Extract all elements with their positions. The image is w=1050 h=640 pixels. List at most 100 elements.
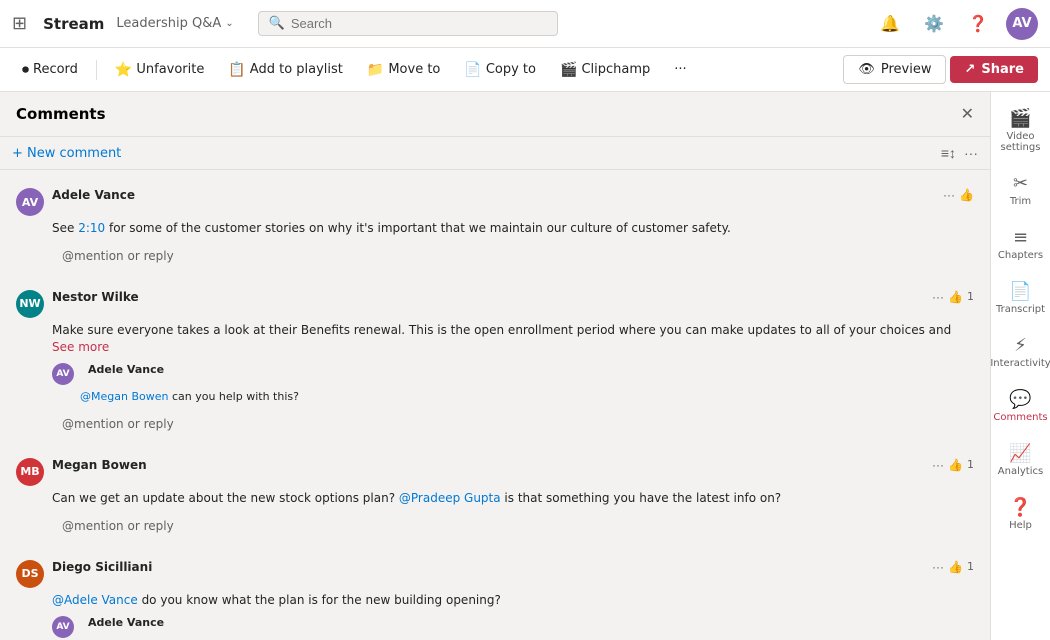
side-tool-trim[interactable]: ✂ Trim <box>995 165 1047 215</box>
comments-close-button[interactable]: ✕ <box>961 104 974 124</box>
comment-like-button[interactable]: 👍 <box>948 458 963 472</box>
record-button[interactable]: ⏺ Record <box>12 58 88 82</box>
comments-icon: 💬 <box>1009 389 1031 410</box>
comments-section: Comments ✕ + New comment ≡↕ ··· AV Adele… <box>0 92 990 640</box>
avatar-adele-1: AV <box>16 188 44 216</box>
search-input[interactable] <box>291 16 547 31</box>
comment-meta: Megan Bowen <box>52 458 924 473</box>
comment-more-button[interactable]: ··· <box>943 188 955 202</box>
new-comment-button[interactable]: + New comment <box>12 146 121 161</box>
interactivity-icon: ⚡ <box>1014 335 1027 356</box>
side-tool-help[interactable]: ❓ Help <box>995 489 1047 539</box>
avatar-adele-reply: AV <box>52 363 74 385</box>
comment-like-button[interactable]: 👍 <box>948 560 963 574</box>
right-container: Comments ✕ + New comment ≡↕ ··· AV Adele… <box>0 92 1050 640</box>
help-side-icon: ❓ <box>1009 497 1031 518</box>
comments-title: Comments <box>16 105 953 123</box>
comment-author: Nestor Wilke <box>52 290 139 304</box>
comment-body: Can we get an update about the new stock… <box>52 490 974 507</box>
copy-to-button[interactable]: 📄 Copy to <box>454 58 546 82</box>
search-icon: 🔍 <box>269 16 285 31</box>
nav-right: 🔔 ⚙️ ❓ AV <box>874 8 1038 40</box>
settings-button[interactable]: ⚙️ <box>918 8 950 40</box>
more-comments-button[interactable]: ··· <box>964 145 978 161</box>
comment-like-button[interactable]: 👍 <box>948 290 963 304</box>
comment-more-button[interactable]: ··· <box>932 458 944 472</box>
preview-button[interactable]: 👁 Preview <box>843 55 946 84</box>
reply-input-3[interactable]: @mention or reply <box>52 513 974 539</box>
comment-item: AV Adele Vance ··· 👍 See 2:10 for some o… <box>8 178 982 280</box>
comment-item: DS Diego Sicilliani ··· 👍 1 @Adele Vance… <box>8 550 982 640</box>
side-toolbar: 🎬 Video settings ✂ Trim ≡ Chapters 📄 Tra… <box>990 92 1050 640</box>
app-name: Stream <box>43 15 104 33</box>
avatar-nestor: NW <box>16 290 44 318</box>
add-to-playlist-button[interactable]: 📋 Add to playlist <box>218 58 353 82</box>
share-icon: ↗ <box>964 62 975 77</box>
comment-header: MB Megan Bowen ··· 👍 1 <box>16 458 974 486</box>
more-button[interactable]: ··· <box>664 58 696 81</box>
search-bar[interactable]: 🔍 <box>258 11 558 36</box>
avatar-adele-reply-2: AV <box>52 616 74 638</box>
comment-meta: Nestor Wilke <box>52 290 924 305</box>
expand-icon[interactable]: ⌄ <box>225 18 233 29</box>
separator <box>96 60 97 80</box>
move-icon: 📁 <box>367 62 384 78</box>
main-layout: See more about Contoso values here: http… <box>0 92 1050 640</box>
video-title-breadcrumb[interactable]: Leadership Q&A <box>116 16 221 31</box>
reply-input-2[interactable]: @mention or reply <box>52 411 974 437</box>
nested-reply: AV Adele Vance Yes, building owners will… <box>52 616 974 640</box>
side-tool-comments[interactable]: 💬 Comments <box>995 381 1047 431</box>
avatar-diego: DS <box>16 560 44 588</box>
comment-actions: ··· 👍 1 <box>932 290 974 304</box>
mention: @Pradeep Gupta <box>399 491 501 505</box>
toolbar: ⏺ Record ⭐ Unfavorite 📋 Add to playlist … <box>0 48 1050 92</box>
share-button[interactable]: ↗ Share <box>950 56 1038 83</box>
side-tool-chapters[interactable]: ≡ Chapters <box>995 219 1047 269</box>
new-comment-bar: + New comment ≡↕ ··· <box>0 137 990 170</box>
comment-actions: ··· 👍 <box>943 188 974 202</box>
comment-meta: Diego Sicilliani <box>52 560 924 575</box>
side-tool-transcript[interactable]: 📄 Transcript <box>995 273 1047 323</box>
comment-like-button[interactable]: 👍 <box>959 188 974 202</box>
star-icon: ⭐ <box>115 62 132 78</box>
comment-actions: ··· 👍 1 <box>932 560 974 574</box>
reply-header: AV Adele Vance <box>52 616 974 638</box>
timestamp-link[interactable]: 2:10 <box>78 221 105 235</box>
waffle-icon[interactable]: ⊞ <box>12 13 27 34</box>
help-nav-button[interactable]: ❓ <box>962 8 994 40</box>
comment-header: AV Adele Vance ··· 👍 <box>16 188 974 216</box>
record-icon: ⏺ <box>22 62 29 78</box>
comment-header: NW Nestor Wilke ··· 👍 1 <box>16 290 974 318</box>
comments-header: Comments ✕ <box>0 92 990 137</box>
nested-reply: AV Adele Vance @Megan Bowen can you help… <box>52 363 974 404</box>
avatar[interactable]: AV <box>1006 8 1038 40</box>
side-tool-interactivity[interactable]: ⚡ Interactivity <box>995 327 1047 377</box>
comment-item: NW Nestor Wilke ··· 👍 1 Make sure everyo… <box>8 280 982 448</box>
comment-more-button[interactable]: ··· <box>932 290 944 304</box>
mention: @Adele Vance <box>52 593 138 607</box>
sort-comments-button[interactable]: ≡↕ <box>941 145 956 161</box>
notifications-button[interactable]: 🔔 <box>874 8 906 40</box>
comment-actions: ··· 👍 1 <box>932 458 974 472</box>
unfavorite-button[interactable]: ⭐ Unfavorite <box>105 58 214 82</box>
analytics-icon: 📈 <box>1009 443 1031 464</box>
comment-body: @Adele Vance do you know what the plan i… <box>52 592 974 609</box>
comment-actions-right: ≡↕ ··· <box>941 145 978 161</box>
side-tool-analytics[interactable]: 📈 Analytics <box>995 435 1047 485</box>
playlist-icon: 📋 <box>228 62 245 78</box>
mention: @Megan Bowen <box>80 390 168 403</box>
top-nav: ⊞ Stream Leadership Q&A ⌄ 🔍 🔔 ⚙️ ❓ AV <box>0 0 1050 48</box>
see-more-link[interactable]: See more <box>52 340 109 354</box>
clipchamp-button[interactable]: 🎬 Clipchamp <box>550 58 660 82</box>
reply-input-1[interactable]: @mention or reply <box>52 243 974 269</box>
comment-author: Diego Sicilliani <box>52 560 152 574</box>
reply-body: @Megan Bowen can you help with this? <box>80 389 974 404</box>
comment-more-button[interactable]: ··· <box>932 560 944 574</box>
avatar-megan: MB <box>16 458 44 486</box>
move-to-button[interactable]: 📁 Move to <box>357 58 450 82</box>
like-count: 1 <box>967 458 974 471</box>
side-tool-video-settings[interactable]: 🎬 Video settings <box>995 100 1047 161</box>
comment-body: See 2:10 for some of the customer storie… <box>52 220 974 237</box>
comment-author: Megan Bowen <box>52 458 147 472</box>
comments-list: AV Adele Vance ··· 👍 See 2:10 for some o… <box>0 170 990 640</box>
